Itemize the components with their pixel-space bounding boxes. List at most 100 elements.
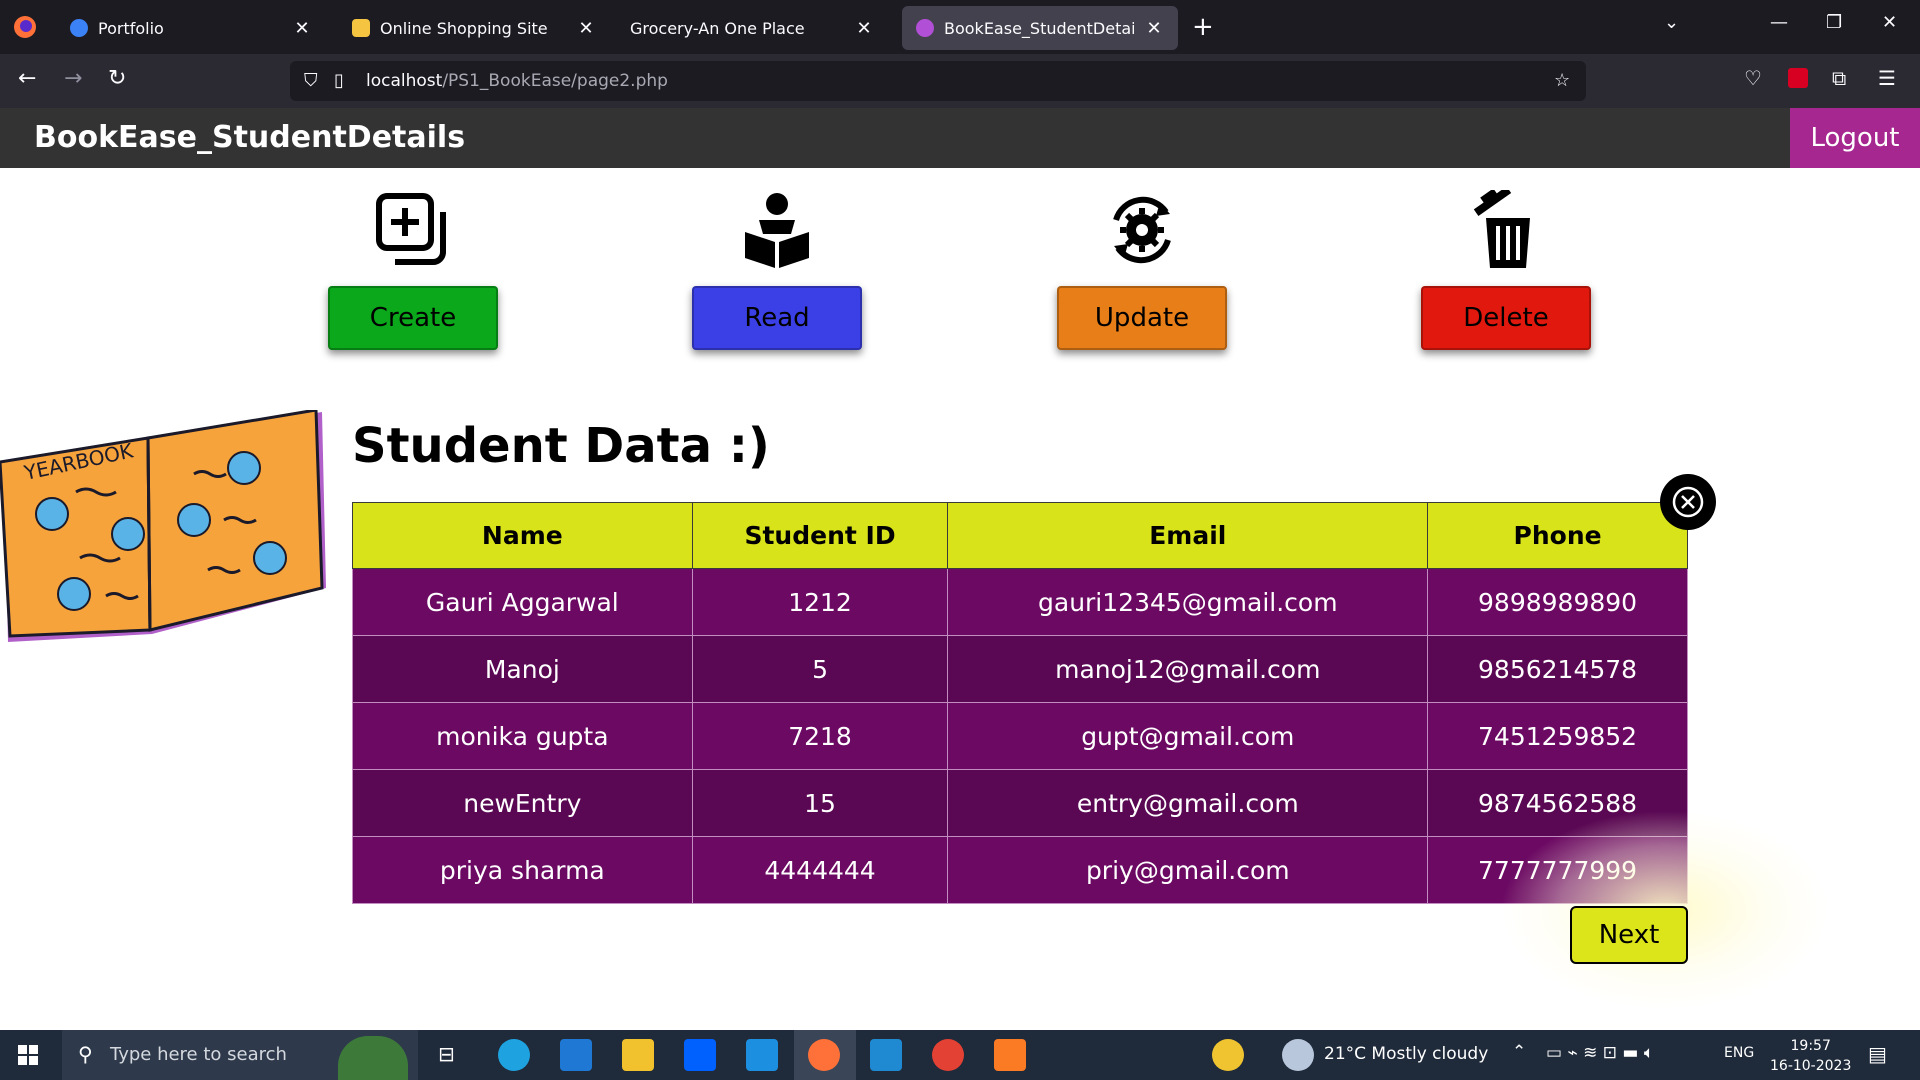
close-circle-icon bbox=[1672, 486, 1704, 518]
column-header-name: Name bbox=[352, 502, 693, 569]
mail-icon[interactable] bbox=[560, 1039, 592, 1071]
table-header-row: Name Student ID Email Phone bbox=[352, 502, 1688, 569]
next-button[interactable]: Next bbox=[1570, 906, 1688, 964]
weather-icon[interactable] bbox=[1282, 1039, 1314, 1071]
bookease-tab-icon bbox=[916, 19, 934, 37]
minimize-icon[interactable]: — bbox=[1770, 12, 1788, 33]
edge-icon[interactable] bbox=[498, 1039, 530, 1071]
close-icon[interactable]: ✕ bbox=[576, 18, 596, 39]
column-header-email: Email bbox=[947, 502, 1429, 569]
column-header-student-id: Student ID bbox=[691, 502, 949, 569]
firefox-menu-icon[interactable] bbox=[12, 14, 38, 40]
cell-email: entry@gmail.com bbox=[947, 769, 1429, 837]
delete-card: Delete bbox=[1421, 190, 1591, 350]
clock-date: 16-10-2023 bbox=[1770, 1058, 1852, 1074]
logout-button[interactable]: Logout bbox=[1790, 108, 1920, 168]
close-icon[interactable]: ✕ bbox=[1144, 18, 1164, 39]
help-icon[interactable] bbox=[1212, 1039, 1244, 1071]
cell-email: gupt@gmail.com bbox=[947, 702, 1429, 770]
show-hidden-icons[interactable]: ⌃ bbox=[1512, 1042, 1526, 1062]
task-view-icon[interactable]: ⊟ bbox=[438, 1042, 455, 1066]
vscode-icon[interactable] bbox=[870, 1039, 902, 1071]
update-icon bbox=[1113, 196, 1171, 264]
taskbar: ⚲ Type here to search ⊟ 21°C Mostly clou… bbox=[0, 1030, 1920, 1080]
back-icon[interactable]: ← bbox=[18, 66, 36, 91]
xampp-icon[interactable] bbox=[994, 1039, 1026, 1071]
delete-button[interactable]: Delete bbox=[1421, 286, 1591, 350]
page-icon[interactable]: ▯ bbox=[334, 70, 344, 91]
tab-grocery[interactable]: Grocery-An One Place ✕ bbox=[616, 6, 888, 50]
forward-icon[interactable]: → bbox=[64, 66, 82, 91]
read-icon bbox=[745, 193, 809, 268]
yearbook-illustration: YEARBOOK bbox=[0, 410, 326, 642]
chrome-icon[interactable] bbox=[932, 1039, 964, 1071]
url-text[interactable]: localhost/PS1_BookEase/page2.php bbox=[366, 71, 668, 91]
close-icon[interactable]: ✕ bbox=[292, 18, 312, 39]
table-row: monika gupta 7218 gupt@gmail.com 7451259… bbox=[352, 702, 1688, 770]
tab-online-shopping[interactable]: Online Shopping Site ✕ bbox=[338, 6, 610, 50]
shopping-tab-icon bbox=[352, 19, 370, 37]
tab-label: Grocery-An One Place bbox=[630, 18, 805, 38]
update-button[interactable]: Update bbox=[1057, 286, 1227, 350]
pocket-icon[interactable]: ♡ bbox=[1744, 66, 1762, 90]
tab-portfolio[interactable]: Portfolio ✕ bbox=[56, 6, 326, 50]
cell-email: gauri12345@gmail.com bbox=[947, 568, 1429, 636]
list-tabs-icon[interactable]: ⌄ bbox=[1664, 12, 1679, 33]
app-header: BookEase_StudentDetails Logout bbox=[0, 108, 1920, 168]
weather-text[interactable]: 21°C Mostly cloudy bbox=[1324, 1044, 1488, 1064]
cell-name: Gauri Aggarwal bbox=[352, 568, 693, 636]
cell-student-id: 5 bbox=[691, 635, 949, 703]
cell-student-id: 4444444 bbox=[691, 836, 949, 904]
shield-icon[interactable]: ⛉ bbox=[304, 70, 318, 91]
delete-icon bbox=[1473, 190, 1530, 268]
notifications-icon[interactable]: ▤ bbox=[1868, 1042, 1887, 1066]
close-icon[interactable]: ✕ bbox=[854, 18, 874, 39]
close-button[interactable] bbox=[1660, 474, 1716, 530]
search-highlight-icon bbox=[338, 1036, 408, 1080]
table-row: Manoj 5 manoj12@gmail.com 9856214578 bbox=[352, 635, 1688, 703]
extensions-puzzle-icon[interactable]: ⧉ bbox=[1832, 66, 1846, 90]
bookmark-star-icon[interactable]: ☆ bbox=[1554, 70, 1570, 91]
search-icon: ⚲ bbox=[78, 1042, 93, 1066]
window-close-icon[interactable]: ✕ bbox=[1882, 12, 1897, 33]
windows-start-icon[interactable] bbox=[18, 1045, 38, 1065]
cell-student-id: 15 bbox=[691, 769, 949, 837]
myhp-icon[interactable] bbox=[746, 1039, 778, 1071]
table-row: priya sharma 4444444 priy@gmail.com 7777… bbox=[352, 836, 1688, 904]
read-card: Read bbox=[692, 190, 862, 350]
cell-phone: 7451259852 bbox=[1427, 702, 1688, 770]
cell-name: newEntry bbox=[352, 769, 693, 837]
tab-label: Online Shopping Site bbox=[380, 18, 548, 38]
cell-email: priy@gmail.com bbox=[947, 836, 1429, 904]
dropbox-icon[interactable] bbox=[684, 1039, 716, 1071]
restore-icon[interactable]: ❐ bbox=[1826, 12, 1842, 33]
cell-phone: 9898989890 bbox=[1427, 568, 1688, 636]
cell-phone: 9856214578 bbox=[1427, 635, 1688, 703]
tab-label: BookEase_StudentDetails bbox=[944, 18, 1134, 38]
read-button[interactable]: Read bbox=[692, 286, 862, 350]
taskbar-search[interactable]: ⚲ Type here to search bbox=[62, 1030, 418, 1080]
cell-name: priya sharma bbox=[352, 836, 693, 904]
update-card: Update bbox=[1057, 190, 1227, 350]
column-header-phone: Phone bbox=[1427, 502, 1688, 569]
menu-icon[interactable]: ☰ bbox=[1878, 66, 1896, 90]
clock[interactable]: 19:57 16-10-2023 bbox=[1770, 1036, 1851, 1076]
tab-label: Portfolio bbox=[98, 18, 164, 38]
clock-time: 19:57 bbox=[1790, 1038, 1831, 1054]
tray-icons[interactable]: ▭ ⌁ ≋ ⊡ ▬ 🔈︎ bbox=[1546, 1043, 1654, 1063]
extension-icon[interactable] bbox=[1788, 68, 1808, 88]
section-title: Student Data :) bbox=[352, 418, 770, 474]
new-tab-button[interactable]: + bbox=[1192, 12, 1214, 42]
table-row: Gauri Aggarwal 1212 gauri12345@gmail.com… bbox=[352, 568, 1688, 636]
url-bar[interactable]: ⛉ ▯ localhost/PS1_BookEase/page2.php ☆ bbox=[290, 61, 1586, 101]
browser-tab-bar: Portfolio ✕ Online Shopping Site ✕ Groce… bbox=[0, 0, 1920, 54]
page-title: BookEase_StudentDetails bbox=[34, 120, 466, 155]
language-indicator[interactable]: ENG bbox=[1724, 1045, 1754, 1061]
reload-icon[interactable]: ↻ bbox=[108, 66, 126, 91]
firefox-icon[interactable] bbox=[808, 1039, 840, 1071]
create-button[interactable]: Create bbox=[328, 286, 498, 350]
cell-email: manoj12@gmail.com bbox=[947, 635, 1429, 703]
browser-nav-bar: ← → ↻ ⛉ ▯ localhost/PS1_BookEase/page2.p… bbox=[0, 54, 1920, 108]
tab-bookease[interactable]: BookEase_StudentDetails ✕ bbox=[902, 6, 1178, 50]
file-explorer-icon[interactable] bbox=[622, 1039, 654, 1071]
